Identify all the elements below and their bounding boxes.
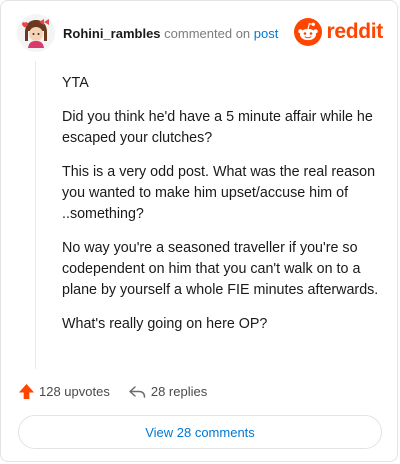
avatar-icon (17, 14, 55, 52)
comment-body: YTA Did you think he'd have a 5 minute a… (62, 73, 382, 348)
comment-paragraph: Did you think he'd have a 5 minute affai… (62, 109, 373, 146)
comment-paragraph: No way you're a seasoned traveller if yo… (62, 240, 379, 298)
comment-paragraph: YTA (62, 75, 89, 91)
upvote-arrow-icon (18, 383, 35, 400)
replies-stat[interactable]: 28 replies (128, 384, 207, 399)
view-comments-button[interactable]: View 28 comments (18, 415, 382, 449)
reply-arrow-icon (129, 385, 146, 398)
comment-paragraph: This is a very odd post. What was the re… (62, 164, 376, 222)
comment-paragraph: What's really going on here OP? (62, 316, 268, 332)
comment-stats: 128 upvotes 28 replies (18, 383, 207, 400)
replies-count: 28 replies (150, 384, 208, 399)
reddit-logo[interactable]: reddit (294, 18, 383, 46)
post-link[interactable]: post (254, 26, 279, 41)
reddit-wordmark: reddit (326, 20, 383, 43)
comment-header: Rohini_rambles commented on post (63, 26, 278, 42)
upvotes-count: 128 upvotes (39, 384, 110, 399)
username-link[interactable]: Rohini_rambles (63, 26, 161, 41)
avatar[interactable] (17, 14, 55, 52)
thread-line[interactable] (35, 61, 36, 369)
commented-on-text: commented on (164, 26, 251, 41)
upvotes-stat[interactable]: 128 upvotes (18, 383, 110, 400)
comment-card: Rohini_rambles commented on post reddit … (0, 0, 398, 462)
reddit-alien-icon (294, 18, 323, 46)
